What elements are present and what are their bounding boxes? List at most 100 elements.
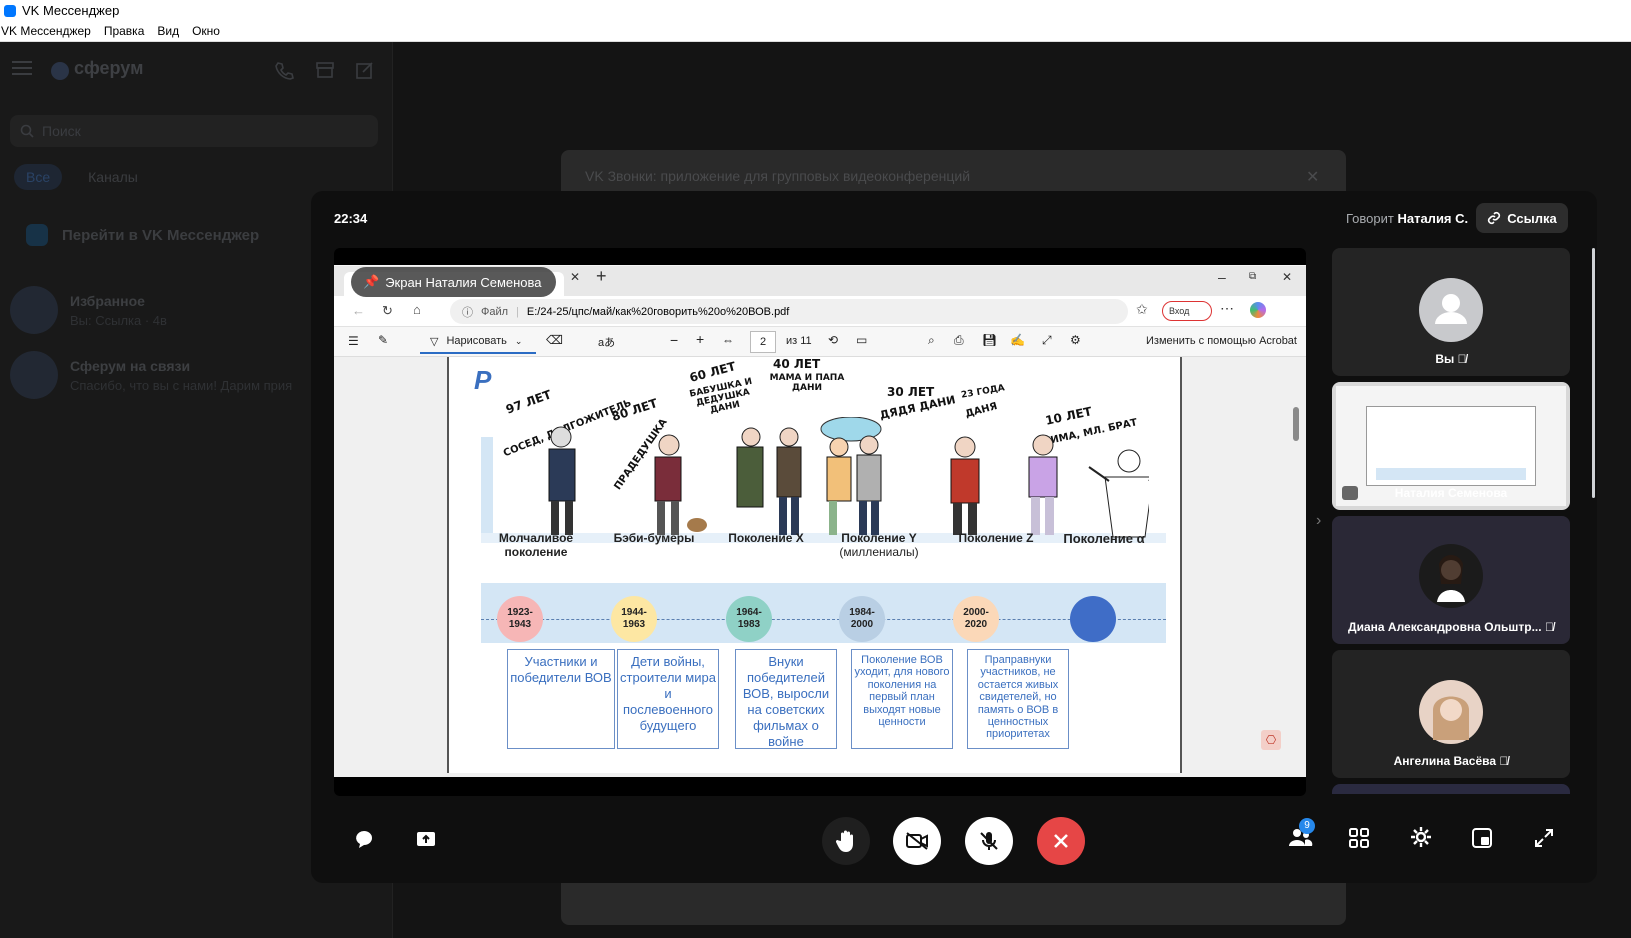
participants-button[interactable]: 9 <box>1287 818 1315 848</box>
timeline-line <box>481 619 1166 620</box>
age-label: 23 ГОДА <box>960 383 1006 401</box>
login-button[interactable]: Вход <box>1162 301 1212 321</box>
search-input[interactable]: Поиск <box>10 115 378 147</box>
raise-hand-button[interactable] <box>822 817 870 865</box>
participant-tile-you[interactable]: Вы 🎙̸ <box>1332 248 1570 376</box>
dialog-close-icon[interactable]: ✕ <box>1306 167 1319 187</box>
sferum-avatar <box>10 351 58 399</box>
reload-icon[interactable]: ↻ <box>382 303 393 319</box>
mic-toggle-button[interactable] <box>965 817 1013 865</box>
timeline-band <box>481 583 1166 643</box>
default-avatar <box>1419 278 1483 342</box>
close-window-icon[interactable]: ✕ <box>1282 270 1292 284</box>
pdf-scrollbar[interactable] <box>1290 357 1302 773</box>
speaking-indicator: Говорит Наталия С. <box>1346 211 1468 226</box>
compose-icon[interactable] <box>355 60 375 80</box>
year-circle: 2000-2020 <box>953 596 999 642</box>
chevron-right-icon[interactable]: › <box>1316 512 1321 530</box>
goto-label: Перейти в VK Мессенджер <box>62 226 260 244</box>
call-icon[interactable] <box>274 60 294 80</box>
link-button[interactable]: Ссылка <box>1476 203 1568 233</box>
highlight-icon[interactable]: ✎ <box>378 333 388 347</box>
zoom-out-icon[interactable]: − <box>670 332 678 348</box>
save-icon[interactable]: 💾︎ <box>982 333 997 347</box>
share-screen-icon[interactable] <box>415 828 437 850</box>
participant-tile-diana[interactable]: Диана Александровна Ольштр... 🎙̸ <box>1332 516 1570 644</box>
find-icon[interactable]: ⌕ <box>928 333 935 348</box>
draw-button[interactable]: ▽ Нарисовать ⌄ <box>420 330 536 354</box>
page-total: из 11 <box>786 335 812 347</box>
copilot-icon[interactable] <box>1250 302 1266 318</box>
participant-name-text: Диана Александровна Ольштр... <box>1348 620 1542 634</box>
settings-icon[interactable]: ⚙ <box>1070 333 1081 347</box>
fit-page-icon[interactable]: ⇔ <box>722 333 734 347</box>
participant-tile-angelina[interactable]: Ангелина Васёва 🎙̸ <box>1332 650 1570 778</box>
tab-close-icon[interactable]: ✕ <box>570 270 580 284</box>
acrobat-icon[interactable]: ⎔ <box>1261 730 1281 750</box>
menu-item-window[interactable]: Окно <box>192 24 226 38</box>
participant-name-text: Ангелина Васёва <box>1393 754 1497 768</box>
read-aloud-icon[interactable]: aあ <box>598 334 615 350</box>
goto-vk-messenger-link[interactable]: Перейти в VK Мессенджер <box>26 224 259 246</box>
participant-tile-natalia[interactable]: Наталия Семенова <box>1332 382 1570 510</box>
participant-name: Вы 🎙̸ <box>1332 352 1570 366</box>
zoom-in-icon[interactable]: + <box>696 331 704 347</box>
chat-preview: Спасибо, что вы с нами! Дарим прия <box>70 377 293 393</box>
eraser-icon[interactable]: ⌫ <box>546 333 563 347</box>
pin-icon[interactable]: 📌 <box>363 274 379 290</box>
angelina-avatar <box>1419 680 1483 744</box>
restore-icon[interactable]: ⧉ <box>1249 271 1256 282</box>
home-icon[interactable]: ⌂ <box>413 302 421 317</box>
save-as-icon[interactable]: ✍ <box>1010 333 1025 347</box>
minimize-icon[interactable]: – <box>1218 269 1226 285</box>
chevron-down-icon: ⌄ <box>514 335 523 346</box>
back-icon[interactable]: ← <box>352 303 365 318</box>
end-call-button[interactable] <box>1037 817 1085 865</box>
generation-name: Поколение Y (миллениалы) <box>819 531 939 559</box>
page-view-icon[interactable]: ▭ <box>856 333 867 347</box>
person-parents <box>820 417 882 535</box>
participant-tile-next[interactable] <box>1332 784 1570 794</box>
hamburger-menu-icon[interactable] <box>12 60 32 76</box>
participant-name: Диана Александровна Ольштр... 🎙̸ <box>1332 620 1570 634</box>
generation-title: Поколение Y <box>841 531 917 545</box>
window-title: VK Мессенджер <box>22 3 120 18</box>
picture-in-picture-icon[interactable] <box>1472 828 1492 848</box>
address-url: E:/24-25/цпс/май/как%20говорить%20о%20ВО… <box>526 305 790 318</box>
rotate-icon[interactable]: ⟲ <box>828 333 838 347</box>
fullscreen-icon[interactable]: ⤢ <box>1042 333 1052 348</box>
menu-bar: VK Мессенджер Правка Вид Окно <box>0 21 1631 42</box>
acrobat-edit-button[interactable]: Изменить с помощью Acrobat <box>1146 335 1297 347</box>
new-tab-icon[interactable]: + <box>596 266 607 287</box>
fullscreen-expand-icon[interactable] <box>1534 828 1554 848</box>
pdf-scrollbar-thumb[interactable] <box>1293 407 1299 441</box>
menu-item-view[interactable]: Вид <box>157 24 185 38</box>
contents-icon[interactable]: ☰ <box>348 334 359 348</box>
participant-name-text: Вы <box>1435 352 1455 366</box>
draw-label: Нарисовать <box>446 335 507 347</box>
archive-icon[interactable] <box>315 60 335 80</box>
favorites-icon[interactable]: ✩ <box>1136 301 1148 318</box>
menu-item-edit[interactable]: Правка <box>104 24 151 38</box>
print-icon[interactable]: ⎙ <box>954 333 964 348</box>
address-prefix: Файл <box>481 305 509 318</box>
chat-icon[interactable] <box>353 828 375 850</box>
menu-item-app[interactable]: VK Мессенджер <box>1 24 97 38</box>
grid-view-icon[interactable] <box>1349 828 1369 848</box>
tab-channels[interactable]: Каналы <box>76 164 150 190</box>
generation-name: Поколение X <box>728 531 804 545</box>
tab-all[interactable]: Все <box>14 164 63 190</box>
person-tima <box>1088 449 1149 538</box>
generation-name: Бэби-бумеры <box>613 531 695 545</box>
window-title-bar: VK Мессенджер <box>0 0 1631 21</box>
settings-gear-icon[interactable] <box>1410 826 1432 848</box>
address-bar[interactable]: ⓘ Файл | E:/24-25/цпс/май/как%20говорить… <box>450 299 1128 324</box>
more-icon[interactable]: ⋯ <box>1220 300 1234 317</box>
link-button-label: Ссылка <box>1507 210 1557 226</box>
camera-toggle-button[interactable] <box>893 817 941 865</box>
generation-name: Поколение α <box>1063 531 1145 546</box>
page-number-input[interactable]: 2 <box>750 331 776 353</box>
sferum-logo-icon <box>50 61 70 81</box>
participants-scrollbar[interactable] <box>1592 248 1595 498</box>
mic-off-icon: 🎙̸ <box>1457 352 1467 366</box>
